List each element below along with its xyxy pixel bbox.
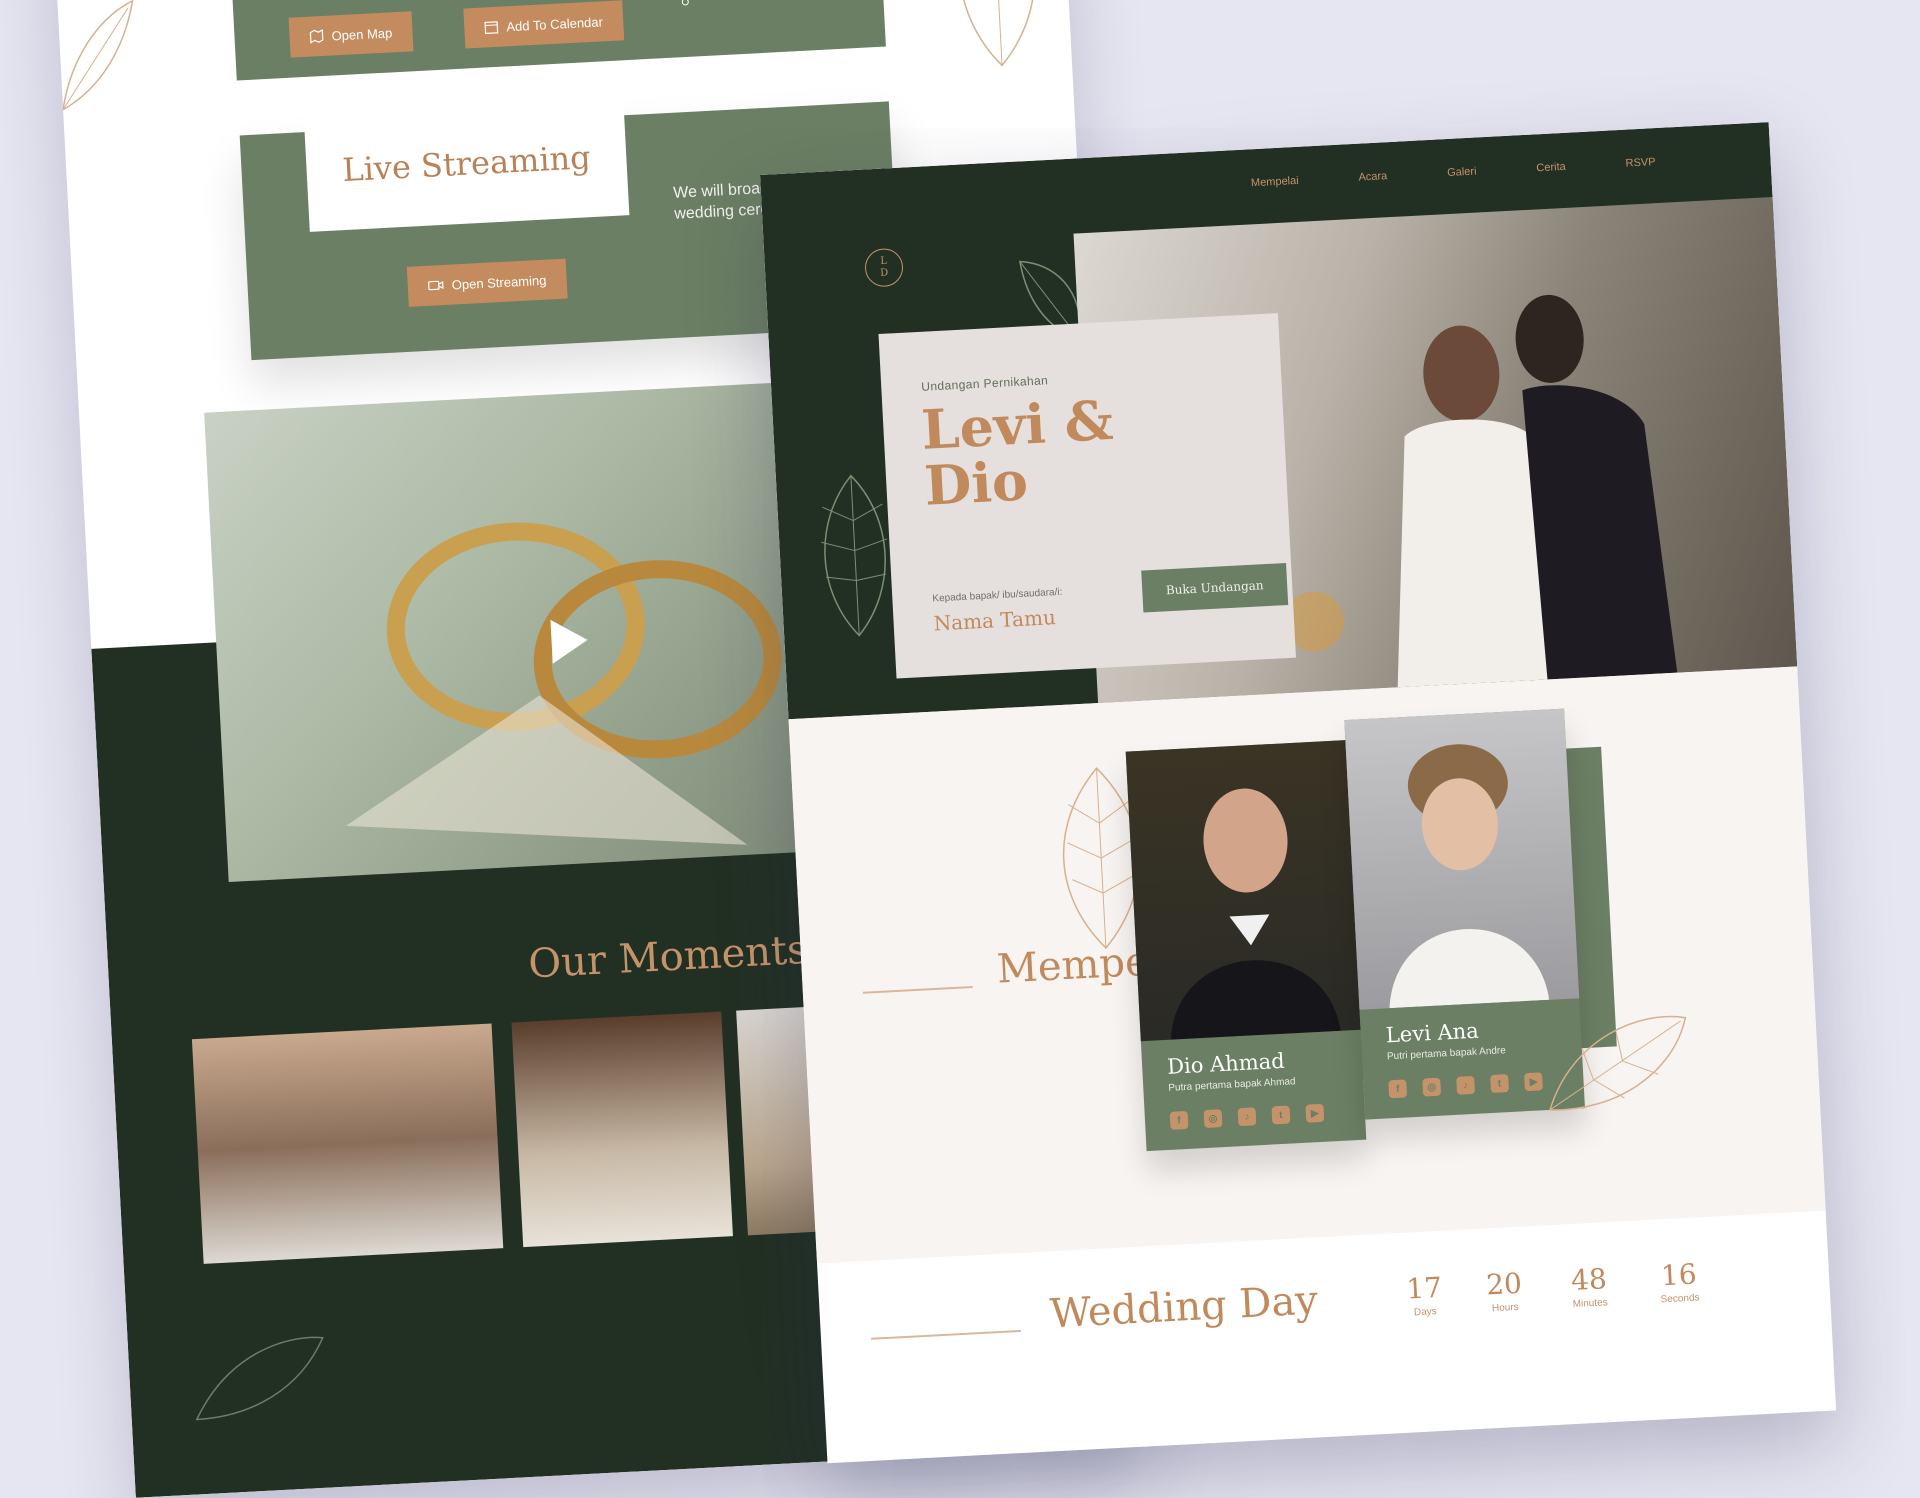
countdown-seconds-label: Seconds: [1660, 1292, 1700, 1306]
open-map-button[interactable]: Open Map: [288, 11, 414, 58]
countdown-hours-label: Hours: [1491, 1301, 1519, 1315]
youtube-icon[interactable]: ▶: [1524, 1072, 1543, 1092]
nav-item-mempelai[interactable]: Mempelai: [1251, 175, 1299, 189]
couple-names-line2: Dio: [922, 448, 1030, 518]
groom-image: [1170, 788, 1341, 1040]
open-streaming-label: Open Streaming: [451, 272, 547, 293]
monogram-top: L: [880, 255, 888, 267]
bride-subtitle: Putri pertama bapak Andre: [1386, 1045, 1507, 1063]
countdown-hours: 20 Hours: [1468, 1266, 1540, 1316]
live-streaming-title-box: Live Streaming: [303, 95, 630, 232]
twitter-icon[interactable]: t: [1271, 1105, 1291, 1125]
invitation-label: Undangan Pernikahan: [920, 373, 1049, 394]
tiktok-icon[interactable]: ♪: [1237, 1107, 1257, 1127]
countdown-hours-value: 20: [1485, 1266, 1523, 1302]
bride-image: [1389, 744, 1550, 1009]
youtube-icon[interactable]: ▶: [1305, 1103, 1325, 1123]
groom-card: Dio Ahmad Putra pertama bapak Ahmad f ◎ …: [1125, 740, 1367, 1152]
mempelai-divider: [862, 985, 973, 994]
bride-social-links: f ◎ ♪ t ▶: [1388, 1072, 1543, 1099]
countdown-days: 17 Days: [1388, 1270, 1460, 1320]
live-streaming-title: Live Streaming: [341, 138, 592, 190]
groom-social-links: f ◎ ♪ t ▶: [1169, 1103, 1325, 1130]
groom-subtitle: Putra pertama bapak Ahmad: [1168, 1076, 1296, 1094]
monogram-bottom: D: [880, 267, 889, 279]
tiktok-icon[interactable]: ♪: [1456, 1075, 1476, 1095]
bride-name: Levi Ana: [1385, 1018, 1480, 1048]
wedding-day-divider: [871, 1329, 1021, 1340]
leaf-decoration-icon: [195, 1336, 324, 1421]
calendar-icon: [484, 21, 499, 35]
invitation-card: Undangan Pernikahan Levi & Dio Kepada ba…: [878, 313, 1296, 679]
wedding-day-title: Wedding Day: [1048, 1277, 1319, 1338]
video-camera-icon: [428, 280, 444, 291]
countdown-seconds: 16 Seconds: [1643, 1257, 1715, 1307]
event-card: Open Map Add To Calendar: [231, 0, 886, 81]
open-streaming-button[interactable]: Open Streaming: [406, 258, 568, 307]
facebook-icon[interactable]: f: [1169, 1110, 1189, 1130]
bride-photo: [1344, 708, 1580, 1010]
countdown-days-value: 17: [1405, 1270, 1443, 1306]
countdown-minutes-value: 48: [1570, 1262, 1608, 1298]
groom-photo: [1125, 740, 1361, 1042]
nav-item-galeri[interactable]: Galeri: [1447, 166, 1477, 180]
monogram-logo[interactable]: L D: [864, 247, 904, 288]
couple-names-title: Levi & Dio: [920, 388, 1117, 518]
groom-name: Dio Ahmad: [1166, 1048, 1286, 1079]
location-pin-icon: [681, 0, 689, 6]
guest-name: Nama Tamu: [933, 605, 1057, 636]
countdown-minutes-label: Minutes: [1572, 1297, 1608, 1311]
play-icon[interactable]: [550, 617, 589, 664]
add-to-calendar-button[interactable]: Add To Calendar: [463, 0, 624, 49]
countdown-days-label: Days: [1413, 1306, 1438, 1319]
nav-item-acara[interactable]: Acara: [1358, 170, 1387, 183]
moment-photo-couple[interactable]: [511, 1011, 733, 1248]
couple-section: Mempelai Dio Ahmad Putra pertama bapak A…: [788, 666, 1826, 1264]
instagram-icon[interactable]: ◎: [1203, 1109, 1223, 1129]
recipient-label: Kepada bapak/ ibu/saudara/i:: [932, 586, 1063, 605]
front-page: Mempelai Acara Galeri Cerita RSVP L D Un…: [760, 122, 1837, 1464]
countdown-minutes: 48 Minutes: [1553, 1261, 1625, 1311]
nav-item-cerita[interactable]: Cerita: [1536, 161, 1566, 175]
twitter-icon[interactable]: t: [1490, 1074, 1510, 1093]
instagram-icon[interactable]: ◎: [1422, 1077, 1442, 1097]
map-icon: [309, 28, 324, 44]
leaf-decoration-icon: [958, 0, 1036, 67]
add-to-calendar-label: Add To Calendar: [505, 13, 604, 34]
open-invitation-button[interactable]: Buka Undangan: [1141, 563, 1289, 613]
facebook-icon[interactable]: f: [1388, 1079, 1408, 1099]
countdown-seconds-value: 16: [1660, 1257, 1698, 1293]
leaf-decoration-icon: [62, 0, 134, 112]
nav-item-rsvp[interactable]: RSVP: [1625, 156, 1656, 170]
hero-section: Mempelai Acara Galeri Cerita RSVP L D Un…: [760, 122, 1798, 720]
top-nav: Mempelai Acara Galeri Cerita RSVP: [1251, 156, 1656, 189]
open-map-label: Open Map: [331, 24, 393, 43]
moment-photo-venue[interactable]: [191, 1023, 504, 1264]
monstera-leaf-icon: [1549, 1015, 1687, 1111]
